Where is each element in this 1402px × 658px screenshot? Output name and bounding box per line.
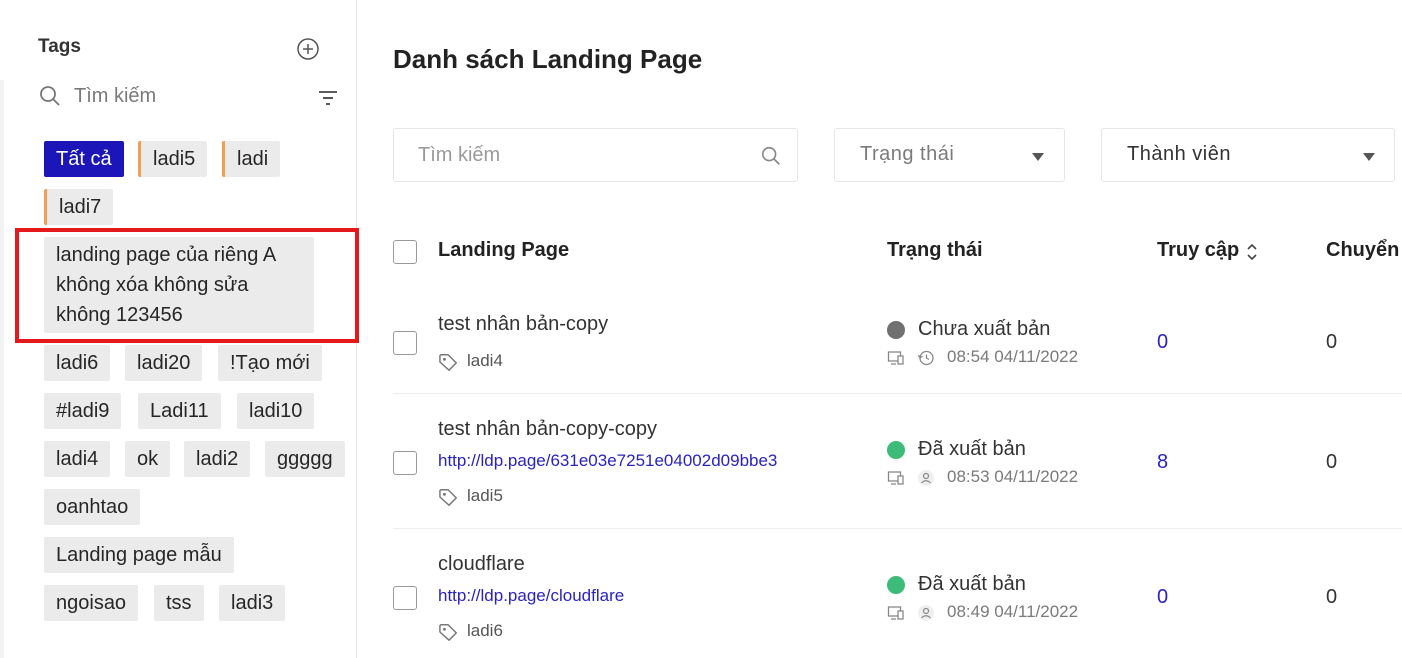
tags-title: Tags xyxy=(38,36,81,57)
member-filter-select[interactable]: Thành viên xyxy=(1101,128,1395,182)
tag-item[interactable]: Landing page mẫu xyxy=(44,537,234,573)
column-header-status: Trạng thái xyxy=(887,239,983,261)
tag-item[interactable]: ladi6 xyxy=(44,345,111,381)
status-dot xyxy=(887,576,905,594)
select-all-checkbox[interactable] xyxy=(393,240,417,264)
status-text: Chưa xuất bản xyxy=(918,318,1051,340)
tag-item[interactable]: ladi20 xyxy=(125,345,203,381)
tags-sidebar: Tags Tất cả ladi5 ladi ladi7 landing pag… xyxy=(0,0,357,658)
column-header-conversions: Chuyển xyxy=(1326,239,1400,261)
column-header-landing-page[interactable]: Landing Page xyxy=(438,239,569,262)
tag-item[interactable]: oanhtao xyxy=(44,489,141,525)
tag-icon xyxy=(439,489,457,506)
conversions-count: 0 xyxy=(1326,451,1338,473)
tag-item[interactable]: ladi2 xyxy=(184,441,251,477)
row-tag: ladi5 xyxy=(467,486,503,505)
tag-icon xyxy=(439,624,457,641)
tag-item[interactable]: ladi7 xyxy=(44,189,114,225)
search-box xyxy=(393,128,798,182)
landing-page-url-link[interactable]: http://ldp.page/631e03e7251e04002d09bbe3 xyxy=(438,451,777,471)
status-filter-label: Trạng thái xyxy=(860,143,955,165)
tag-item[interactable]: ok xyxy=(125,441,171,477)
landing-page-name[interactable]: test nhân bản-copy-copy xyxy=(438,418,657,441)
history-icon xyxy=(917,350,934,366)
tag-item[interactable]: !Tạo mới xyxy=(218,345,322,381)
search-icon xyxy=(40,86,60,106)
tag-item[interactable]: ladi3 xyxy=(219,585,286,621)
tag-search-input[interactable] xyxy=(74,82,294,110)
device-icon xyxy=(887,606,904,620)
user-icon xyxy=(918,605,934,621)
tag-item[interactable]: ngoisao xyxy=(44,585,139,621)
status-text: Đã xuất bản xyxy=(918,573,1026,595)
updated-time: 08:54 04/11/2022 xyxy=(947,347,1079,366)
status-dot xyxy=(887,321,905,339)
tag-icon xyxy=(439,354,457,371)
landing-page-name[interactable]: test nhân bản-copy xyxy=(438,313,608,336)
sidebar-accent-bar xyxy=(0,80,4,658)
status-dot xyxy=(887,441,905,459)
visits-count[interactable]: 0 xyxy=(1157,331,1168,354)
tag-item[interactable]: ggggg xyxy=(265,441,345,477)
tag-item[interactable]: ladi xyxy=(222,141,281,177)
row-tag: ladi4 xyxy=(467,351,503,370)
status-filter-select[interactable]: Trạng thái xyxy=(834,128,1065,182)
tag-item[interactable]: ladi10 xyxy=(237,393,315,429)
tag-item[interactable]: Ladi11 xyxy=(138,393,221,429)
tag-item[interactable]: ladi4 xyxy=(44,441,111,477)
tag-item[interactable]: #ladi9 xyxy=(44,393,122,429)
updated-time: 08:53 04/11/2022 xyxy=(947,467,1079,486)
filter-icon[interactable] xyxy=(316,86,340,110)
visits-count[interactable]: 0 xyxy=(1157,586,1168,609)
device-icon xyxy=(887,471,904,485)
chevron-down-icon xyxy=(1032,153,1044,161)
tag-item[interactable]: landing page của riêng A không xóa không… xyxy=(44,237,314,333)
conversions-count: 0 xyxy=(1326,331,1338,353)
tag-all[interactable]: Tất cả xyxy=(44,141,124,177)
updated-time: 08:49 04/11/2022 xyxy=(947,602,1079,621)
row-tag: ladi6 xyxy=(467,621,503,640)
visits-count[interactable]: 8 xyxy=(1157,451,1168,474)
search-input[interactable] xyxy=(418,141,748,169)
page-title: Danh sách Landing Page xyxy=(393,44,703,74)
device-icon xyxy=(887,351,904,365)
row-divider xyxy=(393,393,1402,394)
row-checkbox[interactable] xyxy=(393,451,417,475)
landing-page-name[interactable]: cloudflare xyxy=(438,553,525,576)
conversions-count: 0 xyxy=(1326,586,1338,608)
column-header-visits[interactable]: Truy cập xyxy=(1157,239,1239,262)
row-checkbox[interactable] xyxy=(393,586,417,610)
chevron-down-icon xyxy=(1363,153,1375,161)
tag-item[interactable]: ladi5 xyxy=(138,141,208,177)
search-icon[interactable] xyxy=(760,145,782,167)
status-text: Đã xuất bản xyxy=(918,438,1026,460)
member-filter-label: Thành viên xyxy=(1127,143,1231,165)
landing-page-url-link[interactable]: http://ldp.page/cloudflare xyxy=(438,586,624,606)
user-icon xyxy=(918,470,934,486)
tag-item[interactable]: tss xyxy=(154,585,204,621)
sort-icon[interactable] xyxy=(1245,241,1259,263)
add-tag-icon[interactable] xyxy=(296,37,320,61)
row-checkbox[interactable] xyxy=(393,331,417,355)
row-divider xyxy=(393,528,1402,529)
